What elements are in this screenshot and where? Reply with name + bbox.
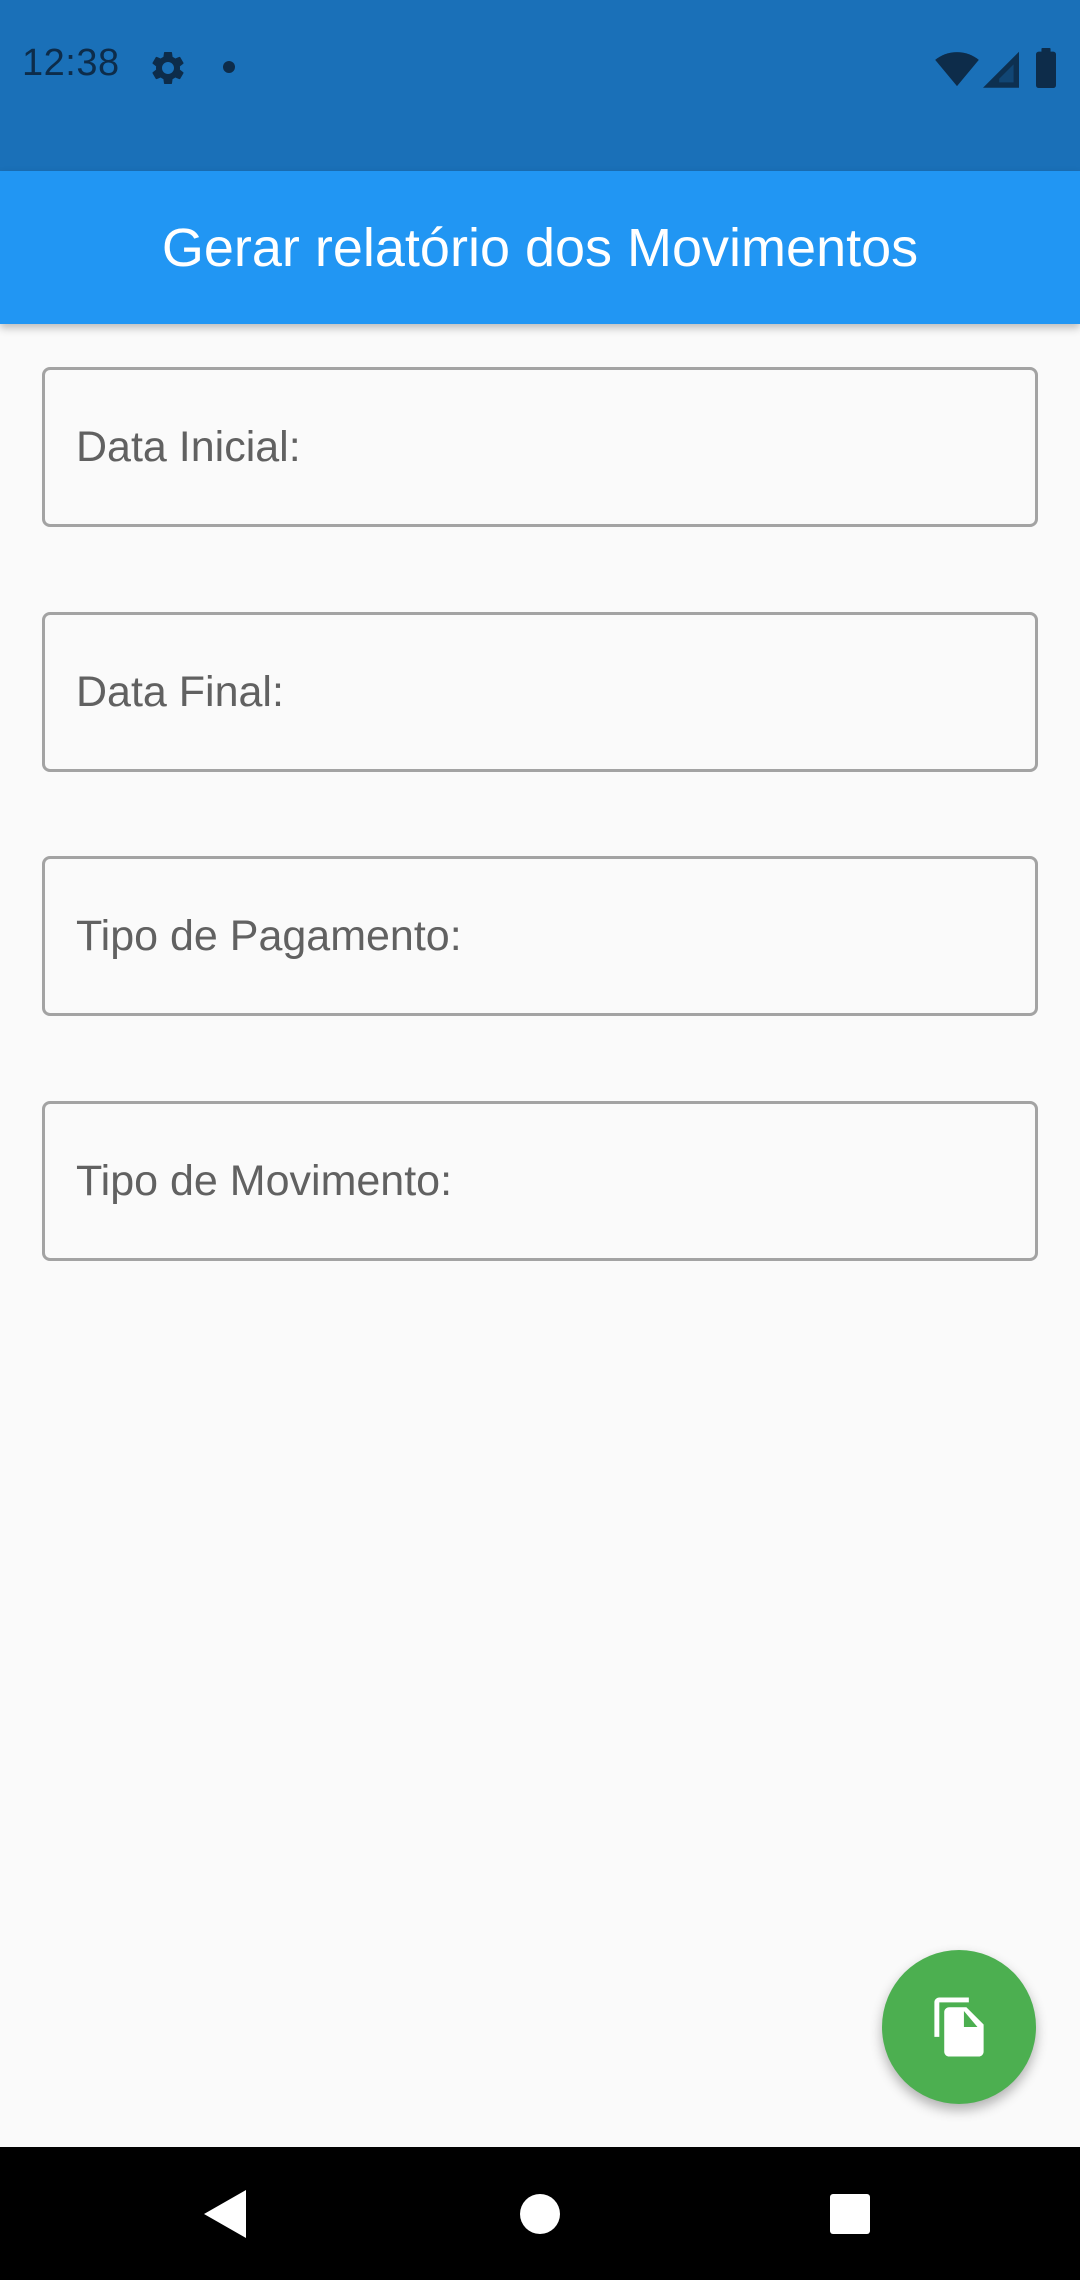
back-button[interactable] [150, 2147, 300, 2280]
app-bar: Gerar relatório dos Movimentos [0, 171, 1080, 324]
navigation-bar [0, 2147, 1080, 2280]
tipo-movimento-field[interactable]: Tipo de Movimento: [42, 1101, 1038, 1261]
page-title: Gerar relatório dos Movimentos [161, 217, 919, 278]
recents-button[interactable] [775, 2147, 925, 2280]
recents-icon [830, 2193, 870, 2234]
home-icon [520, 2193, 560, 2234]
back-icon [204, 2189, 246, 2238]
battery-icon [1036, 48, 1056, 88]
screen: 12:38 Gerar relatório dos Movimentos Dat… [0, 0, 1080, 2280]
tipo-pagamento-label: Tipo de Pagamento: [76, 911, 462, 960]
data-inicial-label: Data Inicial: [76, 422, 301, 471]
data-final-field[interactable]: Data Final: [42, 612, 1038, 772]
tipo-pagamento-field[interactable]: Tipo de Pagamento: [42, 856, 1038, 1016]
home-button[interactable] [465, 2147, 615, 2280]
status-time: 12:38 [22, 42, 120, 84]
data-final-label: Data Final: [76, 667, 284, 716]
tipo-movimento-label: Tipo de Movimento: [76, 1156, 453, 1205]
wifi-icon [935, 52, 979, 87]
notification-dot-icon [223, 61, 235, 73]
gear-icon [152, 51, 184, 84]
copy-document-icon [934, 1997, 984, 2057]
data-inicial-field[interactable]: Data Inicial: [42, 367, 1038, 527]
status-bar: 12:38 [0, 0, 1080, 171]
generate-report-button[interactable] [882, 1950, 1036, 2104]
cell-signal-icon [983, 51, 1019, 88]
